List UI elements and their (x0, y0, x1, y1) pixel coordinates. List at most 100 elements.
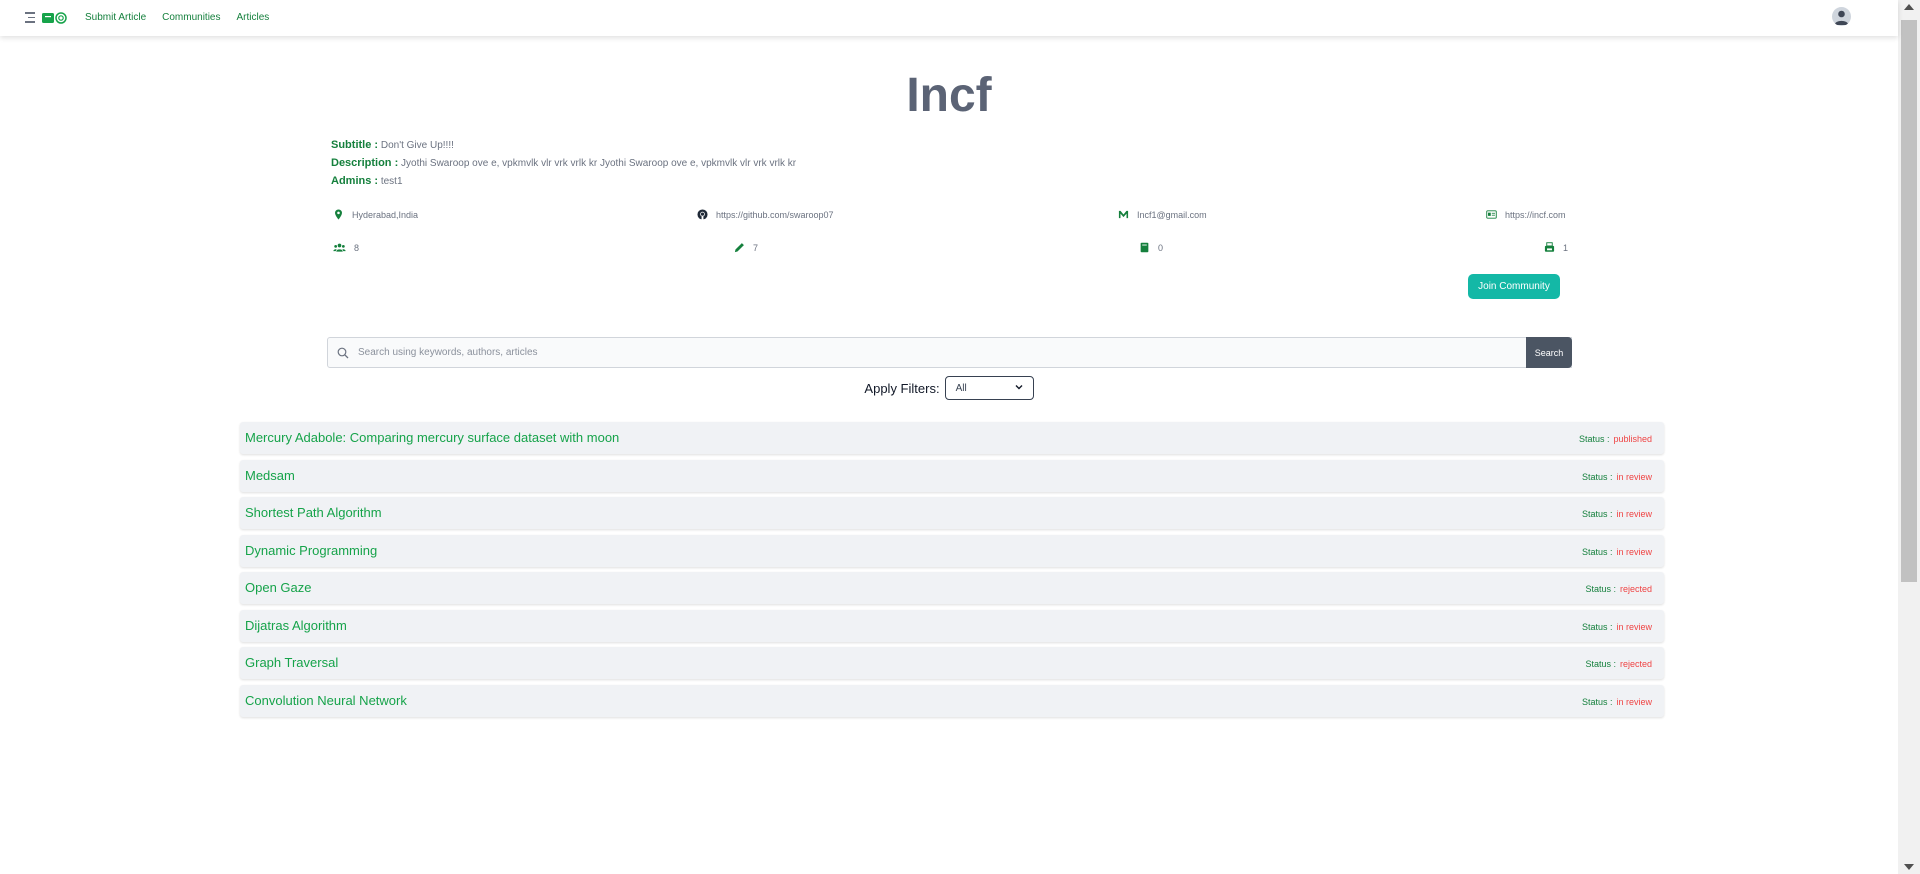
website-link[interactable]: https://incf.com (1505, 210, 1566, 220)
status-badge: Status : rejected (1585, 659, 1652, 669)
community-links-row: Hyderabad,India https://github.com/swaro… (331, 209, 1569, 223)
members-stat: 8 (333, 242, 359, 253)
filter-select[interactable]: All (944, 376, 1034, 400)
status-label: Status : (1581, 696, 1613, 707)
authors-count: 7 (753, 242, 759, 253)
avatar[interactable] (1832, 7, 1851, 26)
github-link[interactable]: https://github.com/swaroop07 (716, 210, 834, 220)
status-label: Status : (1581, 471, 1613, 482)
admins-value: test1 (380, 176, 403, 187)
filter-label: Apply Filters: (864, 380, 940, 396)
list-item[interactable]: Graph Traversal Status : rejected (240, 647, 1664, 679)
location-text: Hyderabad,India (352, 209, 419, 220)
status-value: in review (1616, 696, 1652, 707)
top-navbar: Submit Article Communities Articles (0, 0, 1898, 36)
pencil-icon (734, 243, 744, 253)
articles-stat: 0 (1139, 242, 1163, 253)
email-item[interactable]: Incf1@gmail.com (1118, 209, 1207, 220)
book-icon (1140, 242, 1149, 253)
article-title[interactable]: Dijatras Algorithm (245, 618, 347, 633)
website-item[interactable]: https://incf.com (1486, 209, 1566, 220)
filters-bar: Apply Filters: All (0, 376, 1898, 400)
page-scrollbar[interactable] (1898, 0, 1920, 874)
status-badge: Status : published (1579, 434, 1652, 444)
search-input[interactable] (358, 338, 1538, 367)
list-item[interactable]: Dynamic Programming Status : in review (240, 534, 1664, 567)
github-icon (697, 209, 708, 220)
id-card-icon (1486, 210, 1497, 219)
status-label: Status : (1585, 659, 1616, 669)
status-value: in review (1616, 509, 1652, 519)
status-value: in review (1616, 471, 1652, 482)
status-value: rejected (1619, 584, 1652, 594)
scroll-up-arrow-icon[interactable] (1904, 4, 1914, 10)
status-label: Status : (1581, 546, 1613, 557)
list-item[interactable]: Mercury Adabole: Comparing mercury surfa… (240, 422, 1664, 454)
users-icon (333, 243, 346, 252)
map-pin-icon (335, 209, 342, 220)
status-badge: Status : in review (1582, 509, 1652, 519)
community-title: Incf (906, 69, 992, 122)
community-admins: Admins : test1 (331, 175, 403, 187)
article-list: Mercury Adabole: Comparing mercury surfa… (240, 422, 1664, 722)
list-item[interactable]: Convolution Neural Network Status : in re… (240, 684, 1664, 717)
community-stats-row: 8 7 0 1 (331, 242, 1569, 256)
status-value: published (1613, 434, 1652, 444)
status-label: Status : (1585, 584, 1616, 594)
nav-communities[interactable]: Communities (162, 12, 220, 23)
mail-icon (1118, 210, 1129, 219)
articles-count: 0 (1158, 242, 1164, 253)
join-community-button[interactable]: Join Community (1468, 274, 1560, 299)
scroll-thumb[interactable] (1901, 20, 1917, 582)
logo-icon[interactable] (42, 12, 68, 24)
email-link[interactable]: Incf1@gmail.com (1137, 210, 1207, 220)
admins-label: Admins : (331, 175, 379, 187)
list-item[interactable]: Shortest Path Algorithm Status : in revie… (240, 497, 1664, 529)
filter-selected-value: All (955, 382, 967, 394)
article-title[interactable]: Medsam (245, 468, 295, 483)
location-item: Hyderabad,India (333, 209, 418, 220)
status-label: Status : (1581, 621, 1613, 632)
status-badge: Status : in review (1582, 622, 1652, 632)
article-title[interactable]: Convolution Neural Network (245, 693, 407, 708)
community-description: Description : Jyothi Swaroop ove e, vpkm… (331, 157, 796, 169)
status-value: rejected (1619, 659, 1652, 669)
article-title[interactable]: Graph Traversal (245, 655, 338, 670)
article-title[interactable]: Mercury Adabole: Comparing mercury surfa… (245, 430, 619, 445)
status-badge: Status : in review (1582, 697, 1652, 707)
nav-links: Submit Article Communities Articles (85, 12, 269, 23)
published-stat: 1 (1544, 242, 1568, 253)
menu-icon[interactable] (25, 12, 35, 23)
status-value: in review (1616, 546, 1652, 557)
description-value: Jyothi Swaroop ove e, vpkmvlk vlr vrk vr… (401, 158, 797, 169)
article-title[interactable]: Open Gaze (245, 580, 312, 595)
search-bar (327, 337, 1572, 368)
search-button[interactable]: Search (1526, 337, 1572, 368)
status-value: in review (1616, 621, 1652, 632)
status-label: Status : (1578, 434, 1610, 444)
nav-articles[interactable]: Articles (237, 12, 270, 23)
status-badge: Status : rejected (1585, 584, 1652, 594)
scroll-down-arrow-icon[interactable] (1904, 864, 1914, 870)
published-count: 1 (1563, 242, 1569, 253)
chevron-down-icon (1015, 385, 1023, 390)
list-item[interactable]: Medsam Status : in review (240, 459, 1664, 492)
community-subtitle: Subtitle : Don't Give Up!!!! (331, 139, 454, 151)
list-item[interactable]: Dijatras Algorithm Status : in review (240, 609, 1664, 642)
article-title[interactable]: Shortest Path Algorithm (245, 505, 382, 520)
description-label: Description : (331, 157, 399, 169)
members-count: 8 (354, 242, 360, 253)
article-title[interactable]: Dynamic Programming (245, 543, 377, 558)
status-label: Status : (1581, 509, 1613, 519)
list-item[interactable]: Open Gaze Status : rejected (240, 572, 1664, 604)
subtitle-value: Don't Give Up!!!! (380, 140, 454, 151)
subtitle-label: Subtitle : (331, 139, 379, 151)
github-item[interactable]: https://github.com/swaroop07 (697, 209, 834, 220)
search-icon (337, 347, 349, 359)
nav-submit-article[interactable]: Submit Article (85, 12, 146, 23)
user-avatar-icon (1834, 10, 1849, 25)
status-badge: Status : in review (1582, 472, 1652, 482)
status-badge: Status : in review (1582, 547, 1652, 557)
printer-icon (1544, 242, 1555, 252)
authors-stat: 7 (734, 242, 758, 253)
